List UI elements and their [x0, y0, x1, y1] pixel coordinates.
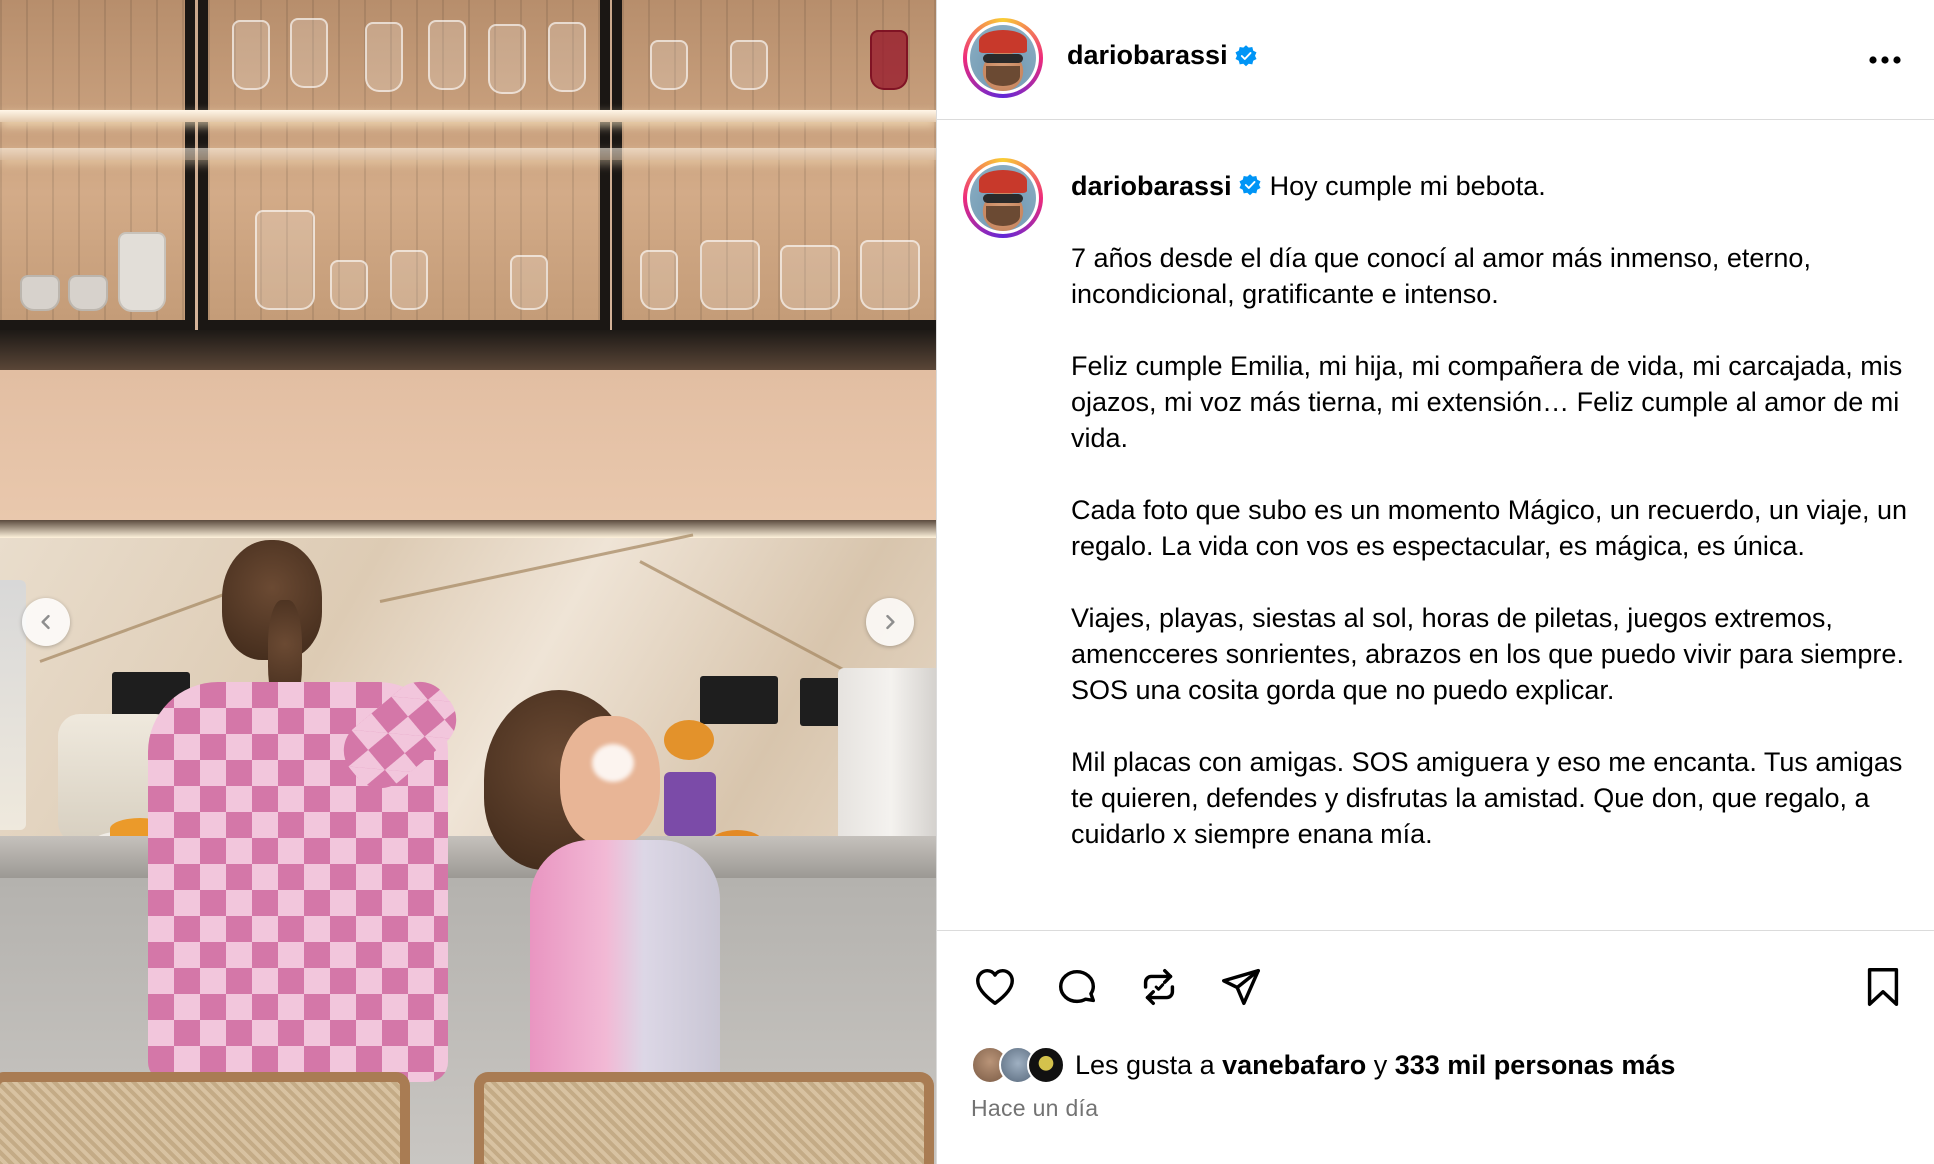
avatar-image — [970, 25, 1036, 91]
header-author: dariobarassi — [1067, 40, 1258, 71]
photo-chair — [0, 1072, 410, 1164]
photo-glass — [290, 18, 328, 88]
avatar-cap — [979, 170, 1027, 193]
carousel-next-button[interactable] — [866, 598, 914, 646]
avatar-beard — [985, 65, 1021, 86]
caption-author-avatar[interactable] — [963, 158, 1043, 238]
caption-text: dariobarassi Hoy cumple mi bebota. 7 año… — [1071, 168, 1911, 888]
photo-countertop — [0, 836, 936, 878]
photo-shelf-middle — [0, 148, 936, 160]
author-username-link[interactable]: dariobarassi — [1067, 40, 1228, 71]
avatar-beard — [985, 205, 1021, 226]
caption-paragraph: dariobarassi Hoy cumple mi bebota. — [1071, 168, 1911, 204]
post-timestamp[interactable]: Hace un día — [971, 1095, 1098, 1122]
caption-line: Hoy cumple mi bebota. — [1269, 171, 1546, 201]
photo-glass — [780, 245, 840, 310]
bookmark-icon — [1867, 968, 1899, 1006]
photo-glass — [730, 40, 768, 90]
share-button[interactable] — [1215, 961, 1267, 1013]
send-icon — [1222, 968, 1260, 1006]
more-options-button[interactable] — [1865, 40, 1905, 80]
photo-glass — [232, 20, 270, 90]
comment-icon — [1058, 969, 1096, 1004]
photo-mug — [68, 275, 108, 311]
photo-cabinet-base — [0, 330, 936, 370]
liker-username-link[interactable]: vanebafaro — [1222, 1050, 1366, 1081]
photo-jug — [118, 232, 166, 312]
more-options-icon — [1869, 56, 1901, 64]
likes-connector: y — [1373, 1049, 1388, 1080]
photo-outlet — [700, 676, 778, 724]
photo-shelf-top — [0, 110, 936, 122]
avatar-image — [970, 165, 1036, 231]
photo-glass — [330, 260, 368, 310]
photo-glass — [365, 22, 403, 92]
likes-summary[interactable]: Les gusta a vanebafaro y 333 mil persona… — [971, 1043, 1675, 1087]
photo-glass — [428, 20, 466, 90]
avatar-frame — [967, 162, 1039, 234]
photo-glass — [548, 22, 586, 92]
author-avatar[interactable] — [963, 18, 1043, 98]
comment-button[interactable] — [1051, 961, 1103, 1013]
caption-paragraph: 7 años desde el día que conocí al amor m… — [1071, 243, 1811, 309]
photo-mug — [20, 275, 60, 311]
photo-glass — [510, 255, 548, 310]
caption-author-username[interactable]: dariobarassi — [1071, 171, 1232, 201]
repost-icon — [1143, 968, 1175, 1006]
photo-pitcher — [255, 210, 315, 310]
post-actions-section: Les gusta a vanebafaro y 333 mil persona… — [937, 930, 1934, 1164]
chevron-left-icon — [41, 614, 50, 630]
photo-glass — [488, 24, 526, 94]
caption-section: dariobarassi Hoy cumple mi bebota. 7 año… — [937, 120, 1934, 930]
like-button[interactable] — [969, 961, 1021, 1013]
liker-avatar — [1027, 1046, 1065, 1084]
avatar-glasses — [983, 194, 1023, 203]
caption-paragraph: Viajes, playas, siestas al sol, horas de… — [1071, 603, 1904, 705]
verified-badge-icon — [1235, 44, 1257, 66]
photo-wall — [0, 370, 936, 520]
caption-paragraph: Feliz cumple Emilia, mi hija, mi compañe… — [1071, 351, 1903, 453]
photo-glass — [640, 250, 678, 310]
avatar-frame — [967, 22, 1039, 94]
liker-avatars — [971, 1046, 1065, 1084]
heart-icon — [976, 968, 1014, 1006]
photo-glass — [870, 30, 908, 90]
photo-juice-glass — [664, 772, 716, 836]
photo-juicer-cup — [664, 720, 714, 760]
photo-chair — [474, 1072, 934, 1164]
post-side-panel: dariobarassi dariobarassi Hoy cumple mi … — [936, 0, 1934, 1164]
post-header: dariobarassi — [937, 0, 1934, 120]
photo-heart-sticker — [592, 744, 634, 782]
likes-prefix: Les gusta a — [1075, 1049, 1215, 1080]
avatar-cap — [979, 30, 1027, 53]
likes-count-link[interactable]: 333 mil personas más — [1395, 1050, 1676, 1081]
caption-paragraph: Cada foto que subo es un momento Mágico,… — [1071, 495, 1908, 561]
photo-glass — [700, 240, 760, 310]
photo-led-strip — [0, 520, 936, 538]
photo-glass — [860, 240, 920, 310]
carousel-prev-button[interactable] — [22, 598, 70, 646]
repost-button[interactable] — [1133, 961, 1185, 1013]
avatar-glasses — [983, 54, 1023, 63]
verified-badge-icon — [1239, 174, 1261, 196]
post-media-photo[interactable] — [0, 0, 936, 1164]
caption-paragraph: Mil placas con amigas. SOS amiguera y es… — [1071, 747, 1903, 849]
photo-coffee-machine — [838, 668, 936, 858]
chevron-right-icon — [886, 614, 895, 630]
photo-glass — [390, 250, 428, 310]
save-button[interactable] — [1857, 961, 1909, 1013]
photo-girl-younger-body — [530, 840, 720, 1090]
photo-glass — [650, 40, 688, 90]
